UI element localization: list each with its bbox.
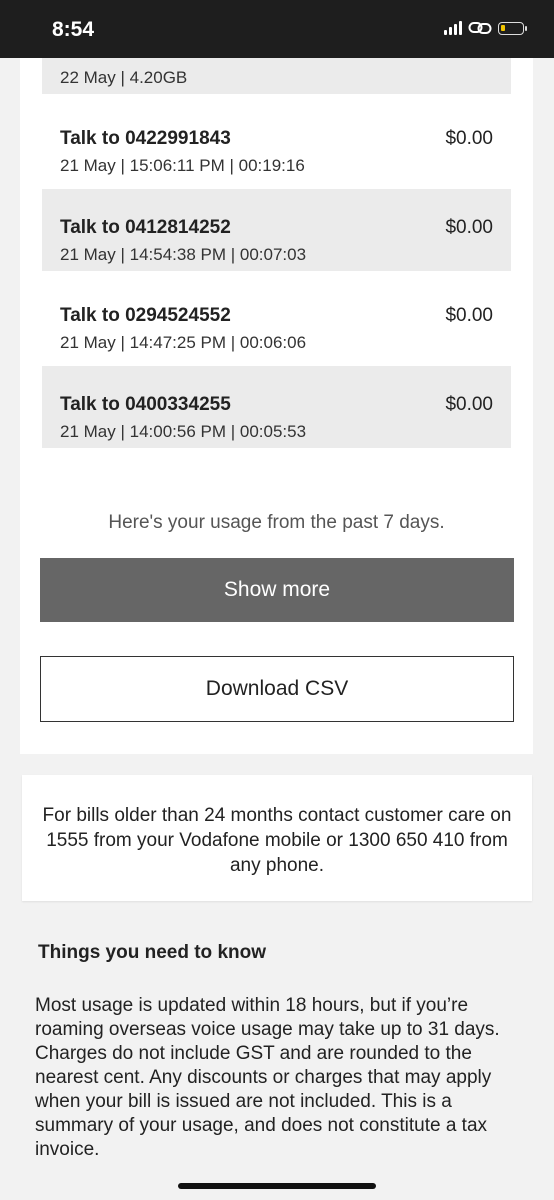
item-title: Talk to 0400334255 [60,394,231,415]
item-detail: 21 May | 14:00:56 PM | 00:05:53 [60,422,307,441]
status-time: 8:54 [52,18,95,41]
item-amount: $0.00 [445,128,493,149]
info-card: For bills older than 24 months contact c… [22,775,532,901]
item-amount: $0.00 [445,217,493,238]
item-detail: 21 May | 14:47:25 PM | 00:06:06 [60,333,307,352]
item-amount: $0.00 [445,394,493,415]
battery-icon [498,21,527,35]
usage-item-call[interactable]: Talk to 0294524552 21 May | 14:47:25 PM … [42,277,511,359]
usage-period-note: Here's your usage from the past 7 days. [108,512,445,533]
item-title: Talk to 0412814252 [60,217,231,238]
things-heading: Things you need to know [38,942,266,963]
things-body: Most usage is updated within 18 hours, b… [35,995,500,1160]
link-icon [468,22,492,34]
show-more-button[interactable]: Show more [40,558,514,622]
item-detail: 21 May | 15:06:11 PM | 00:19:16 [60,156,305,175]
usage-item-call[interactable]: Talk to 0422991843 21 May | 15:06:11 PM … [42,100,511,182]
status-icons [444,20,527,36]
item-amount: $0.00 [445,305,493,326]
battery-level [501,24,505,31]
item-title: Talk to 0422991843 [60,128,231,149]
usage-item-call[interactable]: Talk to 0412814252 21 May | 14:54:38 PM … [42,189,511,271]
item-detail: 22 May | 4.20GB [60,68,188,87]
item-title: Talk to 0294524552 [60,305,231,326]
item-detail: 21 May | 14:54:38 PM | 00:07:03 [60,245,307,264]
usage-card: Data 22 May | 4.20GB $0.00 Talk to 04229… [20,0,533,754]
usage-item-call[interactable]: Talk to 0400334255 21 May | 14:00:56 PM … [42,366,511,448]
signal-icon [444,21,462,35]
download-csv-button[interactable]: Download CSV [40,656,514,722]
status-bar: 8:54 [0,0,554,58]
bills-contact-note: For bills older than 24 months contact c… [42,805,512,876]
home-indicator[interactable] [178,1183,376,1189]
